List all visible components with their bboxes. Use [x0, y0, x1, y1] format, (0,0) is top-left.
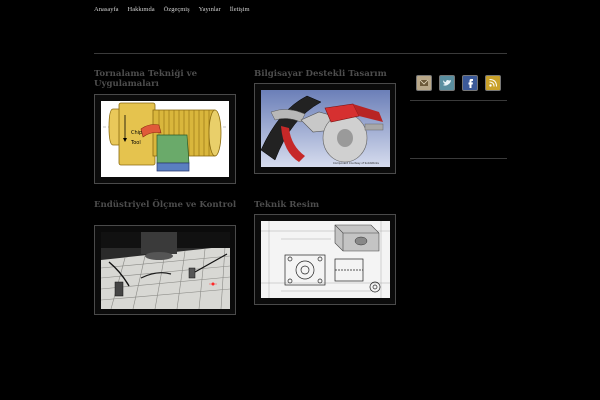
technical-drawing-image: [261, 221, 390, 298]
twitter-icon[interactable]: [439, 75, 455, 91]
lathe-turning-image: Chip Tool: [101, 101, 229, 177]
cad-brake-image: Component Courtesy of SolidWorks: [261, 90, 390, 167]
post-title-technical-drawing[interactable]: Teknik Resim: [254, 200, 397, 210]
post-thumbnail-measurement[interactable]: [94, 225, 236, 315]
post-card-cad: Bilgisayar Destekli Tasarım: [254, 69, 397, 79]
nav-publications-link[interactable]: Yayınlar: [199, 5, 221, 17]
nav-cv-link[interactable]: Özgeçmiş: [164, 5, 190, 17]
post-title-turning[interactable]: Tornalama Tekniği ve Uygulamaları: [94, 69, 237, 89]
main-nav: Anasayfa Hakkımda Özgeçmiş Yayınlar İlet…: [94, 5, 250, 17]
nav-about-link[interactable]: Hakkımda: [128, 5, 155, 17]
post-thumbnail-technical-drawing[interactable]: [254, 214, 396, 305]
sidebar-divider-top: [410, 100, 507, 101]
nav-contact-link[interactable]: İletişim: [230, 5, 250, 17]
chip-label: Chip: [131, 130, 142, 136]
nav-home-link[interactable]: Anasayfa: [94, 5, 119, 17]
sidebar-divider-bottom: [410, 158, 507, 159]
tool-label: Tool: [130, 140, 141, 146]
post-thumbnail-cad[interactable]: Component Courtesy of SolidWorks: [254, 83, 396, 174]
post-card-measurement: Endüstriyel Ölçme ve Kontrol: [94, 200, 237, 210]
header-divider: [94, 53, 507, 54]
facebook-icon[interactable]: [462, 75, 478, 91]
cad-image-caption: Component Courtesy of SolidWorks: [333, 161, 380, 165]
post-card-turning: Tornalama Tekniği ve Uygulamaları: [94, 69, 237, 89]
social-icons: [416, 75, 501, 91]
post-thumbnail-turning[interactable]: Chip Tool: [94, 94, 236, 184]
rss-icon[interactable]: [485, 75, 501, 91]
laser-measurement-image: [101, 232, 230, 309]
post-title-cad[interactable]: Bilgisayar Destekli Tasarım: [254, 69, 397, 79]
contact-icon[interactable]: [416, 75, 432, 91]
post-title-measurement[interactable]: Endüstriyel Ölçme ve Kontrol: [94, 200, 237, 210]
post-card-technical-drawing: Teknik Resim: [254, 200, 397, 210]
